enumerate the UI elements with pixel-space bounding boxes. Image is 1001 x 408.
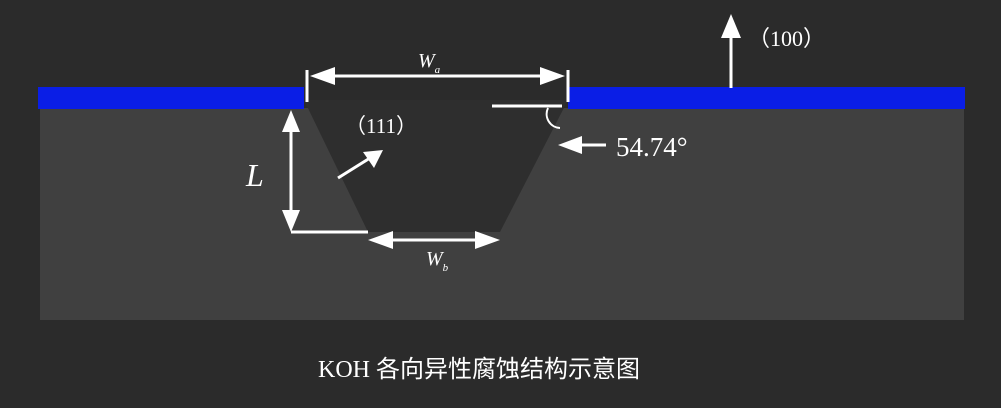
wa-dimension: Wa	[305, 50, 570, 102]
depth-label: L	[245, 157, 264, 193]
angle-label: 54.74°	[616, 132, 688, 162]
plane-111-label: （111）	[345, 114, 417, 138]
svg-text:Wa: Wa	[418, 50, 441, 76]
plane-100-label: （100）	[748, 26, 825, 51]
direction-100-annotation: （100）	[721, 14, 825, 88]
mask-right	[568, 87, 965, 109]
wb-subscript: b	[443, 262, 449, 274]
diagram-caption: KOH 各向异性腐蚀结构示意图	[318, 356, 640, 383]
wa-subscript: a	[435, 64, 441, 76]
mask-left	[38, 87, 304, 109]
koh-etch-diagram: Wa Wb L （111） 54.74° （100） KOH 各向异性腐蚀结构示…	[38, 14, 965, 383]
